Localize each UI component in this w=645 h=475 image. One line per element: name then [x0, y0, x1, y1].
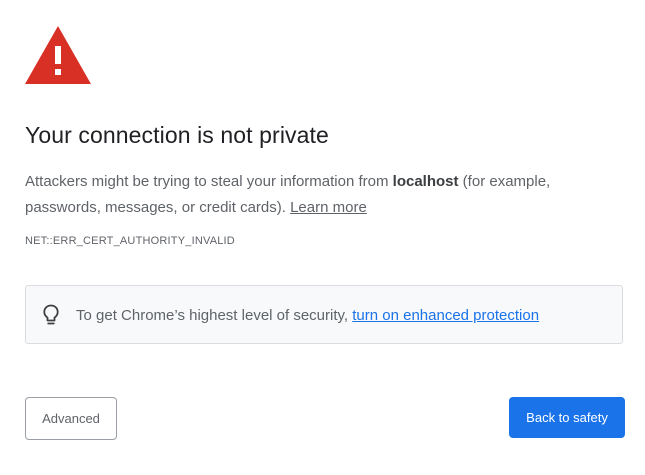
- warning-triangle-icon: [25, 26, 91, 84]
- enhanced-protection-text: To get Chrome’s highest level of securit…: [76, 307, 539, 324]
- enhanced-protection-banner: To get Chrome’s highest level of securit…: [25, 285, 623, 344]
- hostname: localhost: [392, 173, 459, 190]
- security-interstitial-page: Your connection is not private Attackers…: [0, 0, 645, 475]
- error-code: NET::ERR_CERT_AUTHORITY_INVALID: [25, 235, 235, 247]
- learn-more-link[interactable]: Learn more: [290, 199, 367, 216]
- advanced-button[interactable]: Advanced: [25, 397, 117, 440]
- lightbulb-icon: [43, 304, 59, 325]
- explanation-text-before-host: Attackers might be trying to steal your …: [25, 173, 393, 190]
- page-title: Your connection is not private: [25, 122, 329, 148]
- enhanced-protection-link[interactable]: turn on enhanced protection: [352, 307, 539, 324]
- explanation-paragraph: Attackers might be trying to steal your …: [25, 169, 625, 221]
- enhanced-protection-message: To get Chrome’s highest level of securit…: [76, 307, 353, 324]
- back-to-safety-button[interactable]: Back to safety: [509, 397, 625, 438]
